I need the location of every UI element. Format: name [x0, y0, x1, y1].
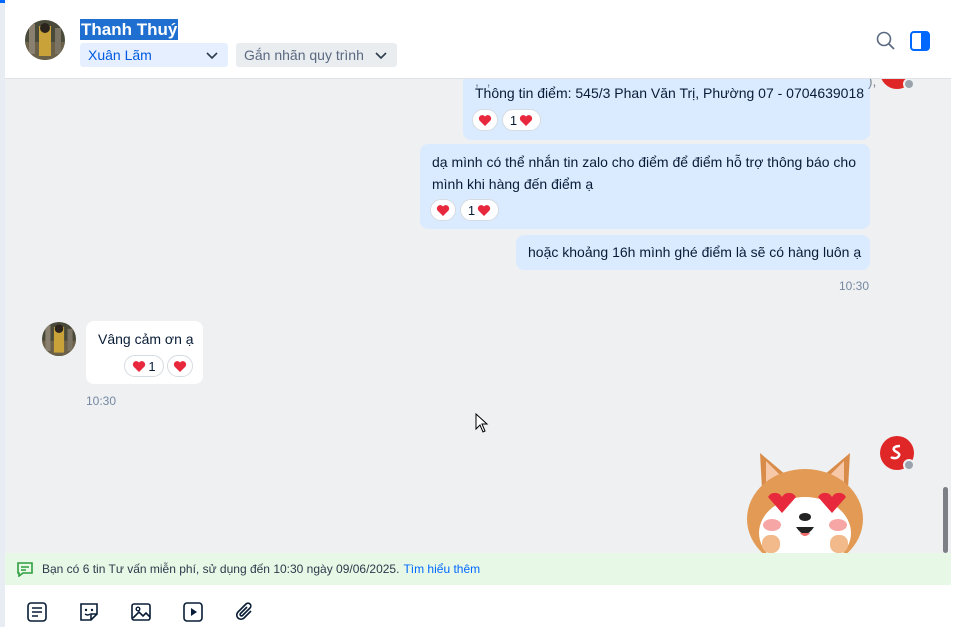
video-icon[interactable]	[182, 601, 204, 623]
chevron-down-icon	[206, 52, 218, 60]
message-text: dạ mình có thể nhắn tin zalo cho điểm để…	[432, 154, 857, 170]
heart-icon	[477, 204, 491, 216]
message-time: 10:30	[839, 279, 870, 293]
message-time: 10:30	[86, 394, 117, 408]
heart-icon	[173, 360, 187, 372]
contact-avatar[interactable]	[25, 20, 65, 60]
contact-name[interactable]: Thanh Thuý	[80, 19, 179, 40]
notice-text: Bạn có 6 tin Tư vấn miễn phí, sử dụng đế…	[42, 562, 400, 576]
reaction-count-label: 1	[467, 202, 476, 218]
reaction-count[interactable]: 1	[124, 355, 164, 377]
shop-avatar[interactable]	[880, 79, 915, 90]
reaction-button[interactable]	[167, 355, 193, 377]
image-icon[interactable]	[130, 601, 152, 623]
contact-avatar-small[interactable]	[42, 322, 76, 356]
heart-icon	[133, 360, 146, 372]
message-text: hoặc khoảng 16h mình ghé điểm là sẽ có h…	[528, 244, 862, 260]
reaction-button[interactable]	[472, 109, 498, 131]
chat-bubble-icon	[17, 562, 33, 577]
process-tag-select[interactable]: Gắn nhãn quy trình	[236, 43, 397, 67]
heart-icon	[436, 204, 450, 216]
message-text: Thông tin điểm: 545/3 Phan Văn Trị, Phườ…	[475, 85, 865, 101]
reaction-count[interactable]: 1	[460, 199, 499, 221]
reaction-count-label: 1	[509, 112, 518, 128]
chat-header: Thanh Thuý Xuân Lãm Gắn nhãn quy trình	[5, 0, 962, 79]
scrollbar-thumb[interactable]	[943, 487, 948, 553]
message-list[interactable]: , , ), Thông tin điểm: 545/3 Phan Văn Tr…	[5, 79, 951, 553]
shiba-heart-eyes-sticker[interactable]	[740, 449, 870, 553]
message-text: mình khi hàng đến điểm ạ	[432, 176, 594, 192]
search-icon[interactable]	[875, 30, 897, 52]
quick-message-icon[interactable]	[26, 601, 48, 623]
heart-icon	[519, 114, 533, 126]
process-tag-label: Gắn nhãn quy trình	[244, 47, 364, 63]
composer-toolbar	[5, 585, 951, 627]
learn-more-link[interactable]: Tìm hiểu thêm	[403, 562, 480, 576]
sticker-icon[interactable]	[78, 601, 100, 623]
reaction-count-label: 1	[148, 358, 156, 374]
assignee-select[interactable]: Xuân Lãm	[80, 43, 228, 67]
assignee-label: Xuân Lãm	[88, 47, 152, 63]
toggle-panel-icon[interactable]	[909, 30, 931, 52]
chevron-down-icon	[375, 52, 387, 60]
message-text: Vâng cảm ơn ạ	[98, 331, 194, 347]
mouse-cursor-icon	[475, 413, 489, 433]
attachment-icon[interactable]	[234, 601, 256, 623]
reaction-button[interactable]	[430, 199, 456, 221]
right-panel-edge	[951, 0, 962, 627]
free-message-notice: Bạn có 6 tin Tư vấn miễn phí, sử dụng đế…	[5, 553, 951, 585]
reaction-count[interactable]: 1	[502, 109, 541, 131]
shop-avatar[interactable]	[880, 436, 915, 471]
heart-icon	[478, 114, 492, 126]
message-bubble[interactable]: hoặc khoảng 16h mình ghé điểm là sẽ có h…	[516, 235, 870, 270]
